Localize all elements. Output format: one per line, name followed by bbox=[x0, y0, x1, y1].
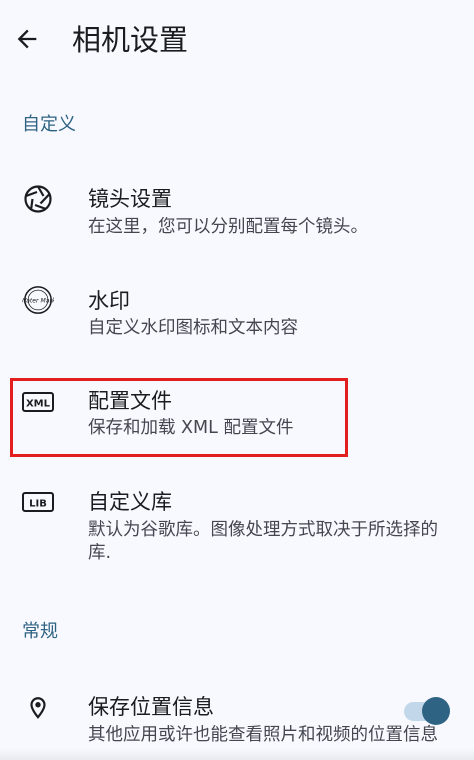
pref-title: 自定义库 bbox=[88, 490, 172, 514]
xml-icon-text: XML bbox=[26, 399, 51, 410]
pref-title: 水印 bbox=[88, 289, 130, 313]
camera-settings-screen: 相机设置 自定义 镜头设置 在这里，您可以分别配置每个镜头。 Water Mar… bbox=[0, 0, 474, 760]
watermark-icon-text: Water Mark bbox=[22, 296, 54, 304]
xml-file-icon: XML bbox=[22, 386, 54, 418]
pref-title: 保存位置信息 bbox=[88, 695, 214, 719]
watermark-logo-icon: Water Mark bbox=[22, 284, 54, 316]
pref-summary: 保存和加载 XML 配置文件 bbox=[88, 418, 294, 438]
location-toggle-switch[interactable] bbox=[402, 696, 452, 726]
section-header-custom: 自定义 bbox=[22, 114, 76, 135]
lib-icon-text: LIB bbox=[29, 499, 47, 510]
pref-custom-library[interactable]: LIB 自定义库 默认为谷歌库。图像处理方式取决于所选择的库. bbox=[0, 483, 474, 593]
pref-lens-settings[interactable]: 镜头设置 在这里，您可以分别配置每个镜头。 bbox=[0, 180, 474, 264]
section-header-general: 常规 bbox=[22, 621, 58, 642]
arrow-back-icon bbox=[17, 29, 37, 49]
lib-icon: LIB bbox=[22, 486, 54, 518]
pref-summary: 在这里，您可以分别配置每个镜头。 bbox=[88, 217, 368, 237]
pref-config-file[interactable]: XML 配置文件 保存和加载 XML 配置文件 bbox=[0, 379, 474, 457]
page-title: 相机设置 bbox=[72, 23, 189, 57]
pref-watermark[interactable]: Water Mark 水印 自定义水印图标和文本内容 bbox=[0, 282, 474, 366]
toggle-thumb bbox=[422, 697, 450, 725]
bottom-edge-shadow bbox=[0, 748, 474, 760]
app-bar: 相机设置 bbox=[0, 0, 474, 82]
pref-summary: 自定义水印图标和文本内容 bbox=[88, 318, 298, 338]
location-pin-icon bbox=[22, 692, 54, 724]
pref-summary: 默认为谷歌库。图像处理方式取决于所选择的库. bbox=[88, 520, 438, 563]
pref-title: 镜头设置 bbox=[88, 187, 172, 211]
camera-aperture-icon bbox=[22, 183, 54, 215]
back-button[interactable] bbox=[8, 20, 46, 58]
pref-summary: 其他应用或许也能查看照片和视频的位置信息 bbox=[88, 725, 438, 745]
pref-title: 配置文件 bbox=[88, 389, 172, 413]
